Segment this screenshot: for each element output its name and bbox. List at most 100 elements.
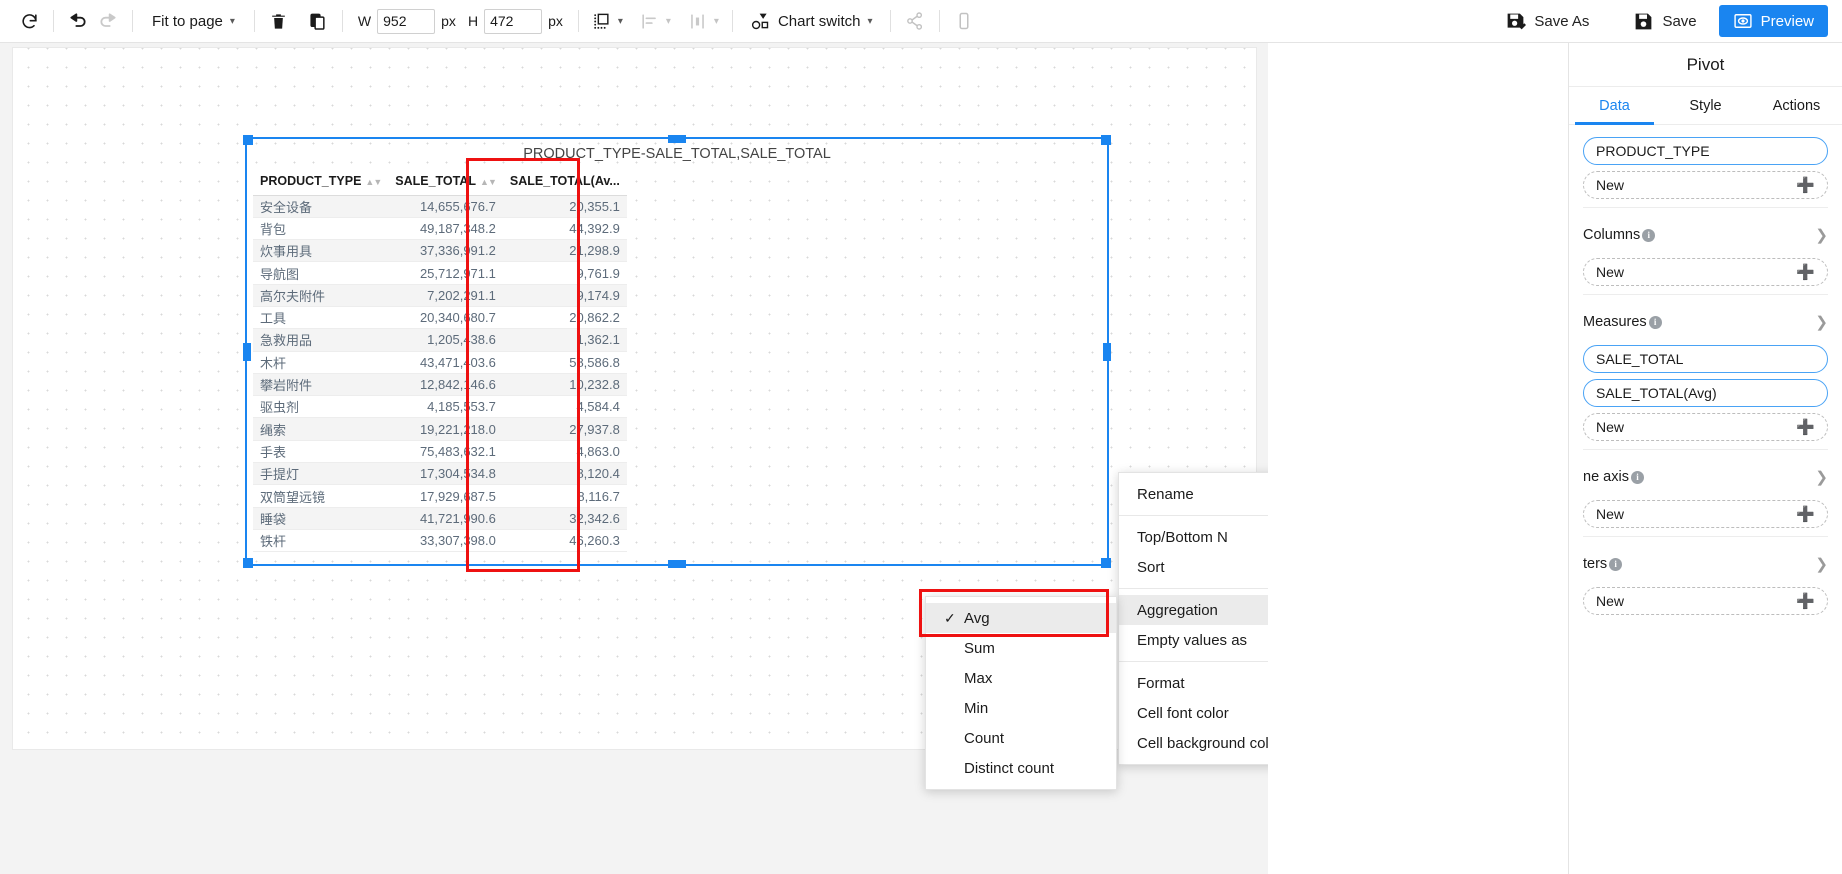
chevron-right-icon[interactable]: ❯	[1815, 313, 1828, 331]
column-header-sale-total[interactable]: SALE_TOTAL ▲▼	[388, 167, 503, 196]
aggregation-option-avg[interactable]: ✓ Avg	[926, 603, 1116, 633]
resize-handle-bottom[interactable]	[668, 560, 686, 568]
resize-handle-left[interactable]	[243, 342, 251, 361]
table-row[interactable]: 导航图 25,712,971.1 9,761.9	[253, 261, 627, 285]
pill-axis-new[interactable]: New ➕	[1583, 500, 1828, 528]
resize-handle-top-left[interactable]	[243, 135, 253, 145]
table-row[interactable]: 攀岩附件 12,842,146.6 10,232.8	[253, 373, 627, 397]
columns-section-header: Columns i ❯	[1569, 218, 1842, 252]
height-input[interactable]	[484, 8, 543, 34]
aggregation-option-label: Count	[964, 729, 1005, 747]
save-as-button[interactable]: Save As	[1495, 5, 1599, 37]
sort-icon[interactable]: ▲▼	[480, 177, 497, 187]
cell-product-type: 手提灯	[253, 462, 389, 486]
aggregation-option-distinct-count[interactable]: Distinct count	[926, 753, 1116, 783]
menu-item-sort[interactable]: Sort ❯	[1119, 552, 1268, 582]
pill-sale-total-avg[interactable]: SALE_TOTAL(Avg)	[1583, 379, 1828, 407]
save-button[interactable]: Save	[1623, 5, 1706, 37]
tab-label: Data	[1599, 97, 1630, 114]
share-icon[interactable]	[900, 6, 930, 36]
trash-icon[interactable]	[264, 6, 294, 36]
table-row[interactable]: 手表 75,483,632.1 4,863.0	[253, 440, 627, 464]
cell-sale-total: 14,655,676.7	[388, 195, 503, 218]
aggregation-submenu[interactable]: ✓ Avg Sum Max Min Count Distinct count	[925, 596, 1117, 790]
add-circle-icon[interactable]: ➕	[1796, 507, 1815, 522]
toolbar-divider	[889, 10, 891, 32]
tab-data[interactable]: Data	[1569, 87, 1660, 125]
mobile-icon[interactable]	[949, 6, 979, 36]
info-icon[interactable]: i	[1609, 557, 1623, 571]
table-row[interactable]: 手提灯 17,304,534.8 8,120.4	[253, 462, 627, 486]
table-row[interactable]: 炊事用具 37,336,991.2 21,298.9	[253, 239, 627, 263]
info-icon[interactable]: i	[1630, 470, 1644, 484]
cell-product-type: 驱虫剂	[253, 395, 389, 419]
copy-icon[interactable]	[303, 6, 333, 36]
pivot-settings-panel: Pivot Data Style Actions PRODUCT_TYPE Ne…	[1568, 43, 1842, 874]
pill-measures-new[interactable]: New ➕	[1583, 413, 1828, 441]
table-row[interactable]: 铁杆 33,307,398.0 46,260.3	[253, 529, 627, 553]
menu-item-format[interactable]: Format	[1119, 668, 1268, 698]
pill-filters-new[interactable]: New ➕	[1583, 587, 1828, 615]
info-icon[interactable]: i	[1648, 315, 1662, 329]
pill-rows-new[interactable]: New ➕	[1583, 171, 1828, 199]
tab-actions[interactable]: Actions	[1751, 87, 1842, 124]
add-circle-icon[interactable]: ➕	[1796, 265, 1815, 280]
menu-item-cell-background-color[interactable]: Cell background color	[1119, 728, 1268, 758]
table-row[interactable]: 绳索 19,221,218.0 27,937.8	[253, 417, 627, 441]
add-circle-icon[interactable]: ➕	[1796, 178, 1815, 193]
pill-sale-total[interactable]: SALE_TOTAL	[1583, 345, 1828, 373]
column-header-sale-total-avg[interactable]: SALE_TOTAL(Av...	[502, 167, 627, 196]
sort-icon[interactable]: ▲▼	[365, 177, 382, 187]
main-toolbar: Fit to page ▾ W px H px ▾ ▾	[0, 0, 1842, 43]
undo-icon[interactable]	[63, 6, 93, 36]
aggregation-option-count[interactable]: Count	[926, 723, 1116, 753]
refresh-icon[interactable]	[14, 6, 44, 36]
width-input[interactable]	[377, 8, 436, 34]
table-row[interactable]: 睡袋 41,721,990.6 32,342.6	[253, 507, 627, 530]
cell-product-type: 工具	[253, 306, 389, 330]
info-icon[interactable]: i	[1642, 228, 1656, 242]
table-row[interactable]: 急救用品 1,205,438.6 1,362.1	[253, 328, 627, 352]
table-row[interactable]: 背包 49,187,348.2 44,392.9	[253, 217, 627, 241]
canvas-area[interactable]: PRODUCT_TYPE-SALE_TOTAL,SALE_TOTAL PRODU…	[0, 43, 1268, 874]
zoom-level-dropdown[interactable]: Fit to page ▾	[142, 6, 245, 36]
measure-context-menu[interactable]: Rename Top/Bottom N Sort ❯ Aggregation ❯ Empty…	[1118, 472, 1268, 765]
menu-item-empty-values-as[interactable]: Empty values as	[1119, 625, 1268, 655]
pill-product-type[interactable]: PRODUCT_TYPE	[1583, 137, 1828, 165]
table-row[interactable]: 工具 20,340,680.7 20,862.2	[253, 306, 627, 330]
table-row[interactable]: 高尔夫附件 7,202,291.1 9,174.9	[253, 284, 627, 307]
column-header-product-type[interactable]: PRODUCT_TYPE ▲▼	[253, 167, 389, 196]
resize-handle-bottom-right[interactable]	[1101, 558, 1111, 568]
cell-sale-total-avg: 9,174.9	[502, 284, 627, 307]
pivot-chart-widget[interactable]: PRODUCT_TYPE-SALE_TOTAL,SALE_TOTAL PRODU…	[243, 135, 1111, 568]
table-row[interactable]: 木杆 43,471,403.6 58,586.8	[253, 351, 627, 374]
pivot-table[interactable]: PRODUCT_TYPE ▲▼ SALE_TOTAL ▲▼ SALE_TOTAL(A…	[253, 167, 627, 553]
aggregation-option-max[interactable]: Max	[926, 663, 1116, 693]
menu-item-rename[interactable]: Rename	[1119, 479, 1268, 509]
design-page[interactable]: PRODUCT_TYPE-SALE_TOTAL,SALE_TOTAL PRODU…	[12, 47, 1268, 790]
add-circle-icon[interactable]: ➕	[1796, 420, 1815, 435]
aggregation-option-label: Max	[964, 669, 993, 687]
menu-item-aggregation[interactable]: Aggregation ❯	[1119, 595, 1268, 625]
resize-handle-right[interactable]	[1103, 342, 1111, 361]
menu-item-cell-font-color[interactable]: Cell font color	[1119, 698, 1268, 728]
arrange-dropdown[interactable]: ▾	[588, 6, 627, 36]
chevron-right-icon[interactable]: ❯	[1815, 555, 1828, 573]
table-row[interactable]: 双筒望远镜 17,929,687.5 8,116.7	[253, 484, 627, 508]
chevron-right-icon[interactable]: ❯	[1815, 468, 1828, 486]
table-row[interactable]: 安全设备 14,655,676.7 20,355.1	[253, 195, 627, 218]
preview-button[interactable]: Preview	[1718, 5, 1828, 37]
add-circle-icon[interactable]: ➕	[1796, 594, 1815, 609]
chart-switch-dropdown[interactable]: Chart switch ▾	[742, 6, 881, 36]
cell-product-type: 绳索	[253, 417, 389, 441]
chevron-right-icon[interactable]: ❯	[1815, 226, 1828, 244]
aggregation-option-sum[interactable]: Sum	[926, 633, 1116, 663]
tab-style[interactable]: Style	[1660, 87, 1751, 124]
menu-item-top-bottom-n[interactable]: Top/Bottom N	[1119, 522, 1268, 552]
resize-handle-top-right[interactable]	[1101, 135, 1111, 145]
pill-columns-new[interactable]: New ➕	[1583, 258, 1828, 286]
aggregation-option-min[interactable]: Min	[926, 693, 1116, 723]
resize-handle-bottom-left[interactable]	[243, 558, 253, 568]
resize-handle-top[interactable]	[668, 135, 686, 143]
table-row[interactable]: 驱虫剂 4,185,553.7 4,584.4	[253, 395, 627, 419]
